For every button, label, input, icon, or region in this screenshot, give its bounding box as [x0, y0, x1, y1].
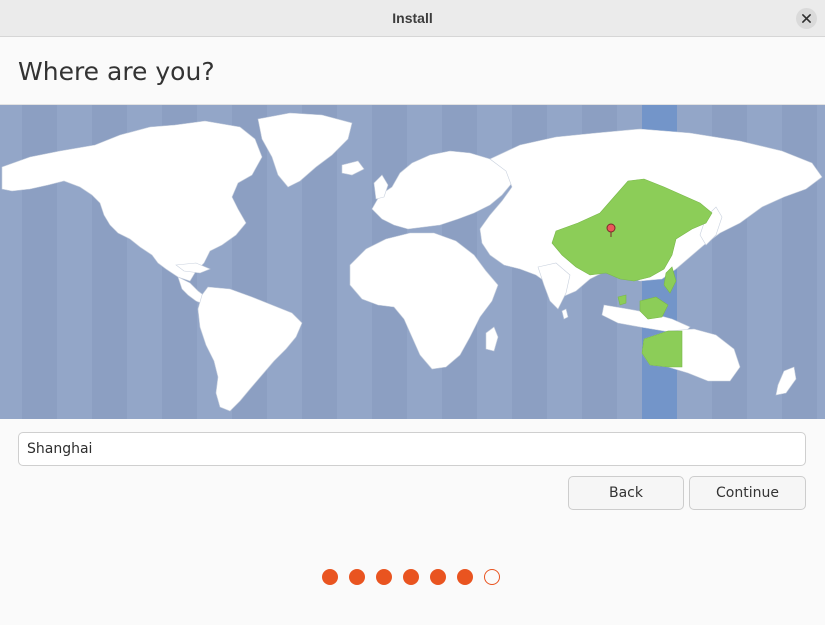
- progress-step-complete: [376, 569, 392, 585]
- close-icon: [802, 14, 811, 23]
- progress-step-complete: [349, 569, 365, 585]
- progress-step-current: [484, 569, 500, 585]
- location-input[interactable]: [18, 432, 806, 466]
- greenland: [257, 112, 353, 188]
- madagascar: [485, 326, 499, 352]
- taiwan-region: [617, 294, 627, 306]
- progress-indicator: [322, 569, 500, 585]
- page-title: Where are you?: [18, 57, 215, 86]
- close-button[interactable]: [796, 8, 817, 29]
- progress-step-complete: [430, 569, 446, 585]
- sri-lanka: [561, 308, 569, 320]
- window-title: Install: [392, 10, 433, 26]
- installer-window: Install Where are you? Shanghai Back Con…: [0, 0, 825, 625]
- back-button[interactable]: Back: [568, 476, 684, 510]
- iceland: [341, 160, 365, 176]
- progress-step-complete: [403, 569, 419, 585]
- world-map-svg: [1, 105, 823, 419]
- timezone-map[interactable]: [0, 105, 825, 419]
- title-bar: Install: [0, 0, 825, 37]
- progress-step-complete: [457, 569, 473, 585]
- continue-button[interactable]: Continue: [689, 476, 806, 510]
- page-header: Where are you?: [0, 37, 825, 105]
- progress-step-complete: [322, 569, 338, 585]
